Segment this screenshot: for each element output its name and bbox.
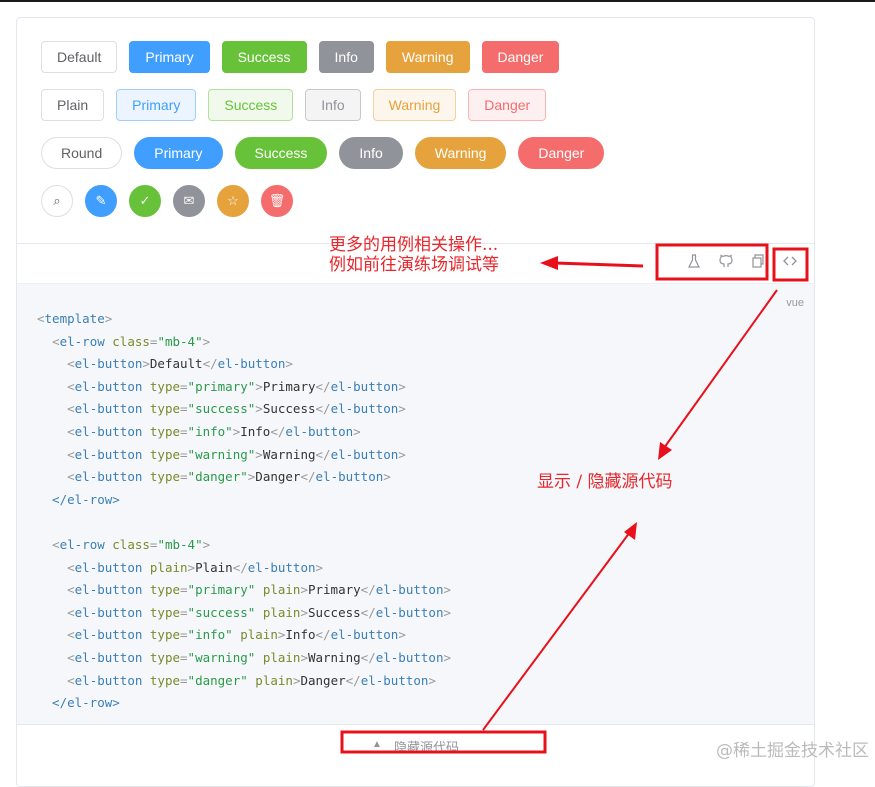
annotation-box-hide — [340, 730, 547, 754]
annotation-box-toggle — [772, 247, 809, 282]
annotation-box-actions — [655, 243, 769, 281]
annotation-arrow — [554, 261, 644, 268]
watermark: @稀土掘金技术社区 — [716, 741, 869, 761]
annotation-overlay — [340, 243, 809, 754]
annotation-arrow — [482, 531, 631, 731]
annotation-arrow — [663, 289, 778, 449]
